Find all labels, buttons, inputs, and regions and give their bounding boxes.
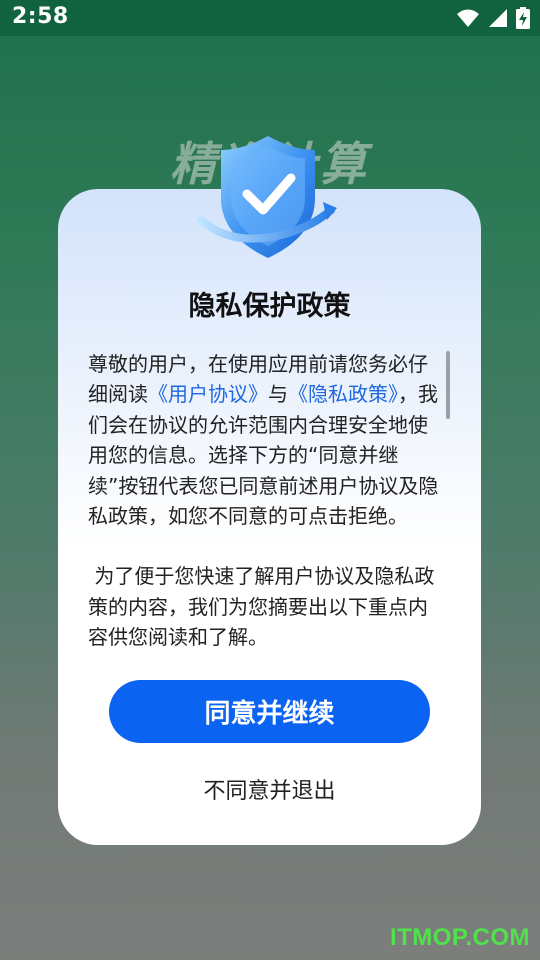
- wifi-icon: [457, 9, 479, 27]
- agree-continue-button[interactable]: 同意并继续: [109, 680, 430, 743]
- paragraph-intro-middle: 与: [268, 382, 288, 407]
- paragraph-intro: 尊敬的用户，在使用应用前请您务必仔细阅读《用户协议》与《隐私政策》，我们会在协议…: [88, 349, 444, 531]
- status-time: 2:58: [12, 4, 69, 29]
- privacy-dialog: 隐私保护政策 尊敬的用户，在使用应用前请您务必仔细阅读《用户协议》与《隐私政策》…: [58, 189, 481, 845]
- paragraph-summary: 为了便于您快速了解用户协议及隐私政策的内容，我们为您摘要出以下重点内容供您阅读和…: [88, 564, 435, 649]
- battery-charging-icon: [516, 7, 530, 29]
- shield-check-icon: [197, 136, 337, 258]
- status-icons: [456, 6, 530, 30]
- dialog-title: 隐私保护政策: [188, 291, 351, 322]
- scrollbar-thumb[interactable]: [446, 351, 450, 419]
- signal-icon: [489, 9, 507, 27]
- user-agreement-link[interactable]: 《用户协议》: [148, 382, 268, 406]
- watermark-text: ITMOP.COM: [389, 924, 530, 951]
- decline-exit-button[interactable]: 不同意并退出: [58, 773, 481, 805]
- dialog-body[interactable]: 尊敬的用户，在使用应用前请您务必仔细阅读《用户协议》与《隐私政策》，我们会在协议…: [88, 349, 444, 649]
- status-bar: 2:58: [0, 0, 540, 36]
- privacy-policy-link[interactable]: 《隐私政策》: [288, 382, 398, 406]
